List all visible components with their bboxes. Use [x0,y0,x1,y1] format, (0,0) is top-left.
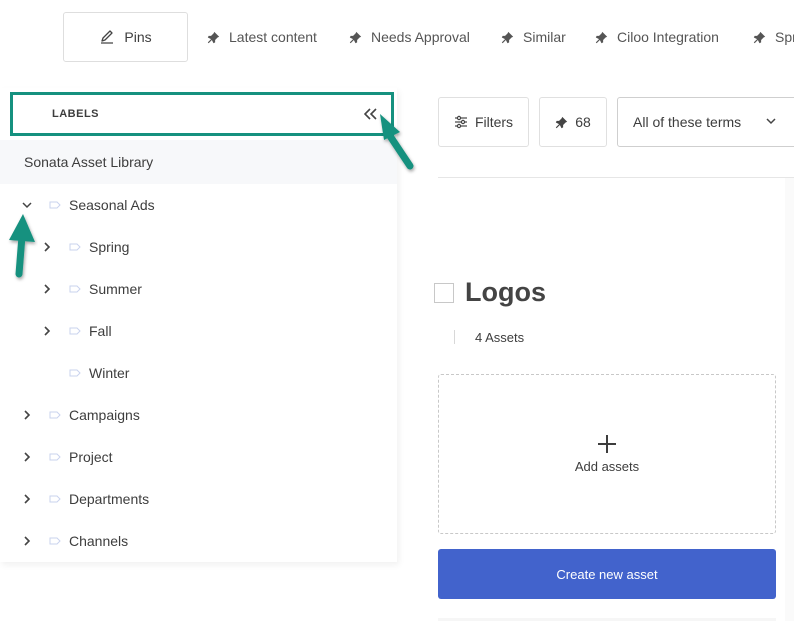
pin-icon [349,31,362,43]
filters-button[interactable]: Filters [438,97,529,147]
tag-icon [49,201,61,209]
pin-icon [501,31,514,43]
pin-tab-ciloo-integration[interactable]: Ciloo Integration [595,12,719,62]
pin-tab-label: Needs Approval [371,29,470,45]
labels-sidebar: LABELS Sonata Asset Library Seasonal Ads… [0,88,397,562]
pinned-count: 68 [575,114,591,130]
collection-title: Logos [465,277,546,307]
tag-icon [69,243,81,251]
labels-header: LABELS [10,92,394,136]
chevron-down-icon [766,118,776,125]
library-name[interactable]: Sonata Asset Library [0,140,397,184]
tree-item-seasonal-ads[interactable]: Seasonal Ads [0,184,397,226]
pins-edit-button[interactable]: Pins [63,12,188,62]
pin-tab-label: Ciloo Integration [617,29,719,45]
tree-item-label: Winter [89,365,130,381]
chevron-right-icon[interactable] [20,408,34,422]
tag-icon [49,537,61,545]
pin-tab-needs-approval[interactable]: Needs Approval [349,12,470,62]
tree-item-label: Fall [89,323,112,339]
add-assets-label: Add assets [574,458,640,474]
chevron-right-icon[interactable] [20,492,34,506]
tag-icon [49,411,61,419]
tag-icon [49,453,61,461]
tree-item-label: Spring [89,239,130,255]
pin-tab-spring[interactable]: Spr [753,12,794,62]
tag-icon [49,495,61,503]
pins-button-label: Pins [124,29,152,45]
labels-title: LABELS [52,108,99,120]
label-tree: Seasonal Ads Spring Summer Fall Winter C… [0,184,397,562]
chevron-down-icon[interactable] [20,198,34,212]
tree-item-label: Project [69,449,113,465]
chevron-right-icon[interactable] [20,450,34,464]
tree-item-departments[interactable]: Departments [0,478,397,520]
pin-tab-label: Spr [775,29,794,45]
tree-item-campaigns[interactable]: Campaigns [0,394,397,436]
pin-icon [556,116,568,128]
tree-item-winter[interactable]: Winter [0,352,397,394]
tree-item-channels[interactable]: Channels [0,520,397,562]
pin-tab-label: Latest content [229,29,317,45]
pin-icon [753,31,766,43]
toolbar-divider [438,177,794,178]
collapse-sidebar-button[interactable] [361,104,381,124]
pin-icon [595,31,608,43]
tag-icon [69,285,81,293]
tag-icon [69,327,81,335]
tree-item-summer[interactable]: Summer [0,268,397,310]
sliders-icon [454,115,467,129]
tree-item-label: Channels [69,533,129,549]
chevron-right-icon[interactable] [40,282,54,296]
terms-select-value: All of these terms [633,114,742,130]
tree-item-fall[interactable]: Fall [0,310,397,352]
tree-item-label: Summer [89,281,142,297]
add-assets-dropzone[interactable]: Add assets [438,374,776,534]
plus-icon [598,434,616,453]
chevron-right-icon[interactable] [40,240,54,254]
double-chevron-left-icon [364,108,377,120]
adjacent-card-edge [785,178,794,621]
tree-item-label: Campaigns [69,407,140,423]
pencil-icon [101,30,114,44]
tree-item-label: Seasonal Ads [69,197,155,213]
collection-select-checkbox[interactable] [434,283,454,303]
asset-count: 4 Assets [475,330,525,345]
pin-tab-label: Similar [523,29,566,45]
chevron-right-icon[interactable] [20,534,34,548]
search-terms-select[interactable]: All of these terms [617,97,794,147]
pin-tab-latest-content[interactable]: Latest content [207,12,317,62]
chevron-right-icon[interactable] [40,324,54,338]
tree-item-project[interactable]: Project [0,436,397,478]
create-new-asset-button[interactable]: Create new asset [438,549,776,599]
pin-icon [207,31,220,43]
tree-item-spring[interactable]: Spring [0,226,397,268]
filters-label: Filters [474,114,514,130]
pinned-count-button[interactable]: 68 [539,97,607,147]
asset-count-divider [454,330,455,344]
tree-item-label: Departments [69,491,150,507]
pins-bar: Pins Latest content Needs Approval Simil… [0,0,794,75]
pin-tab-similar[interactable]: Similar [501,12,566,62]
tag-icon [69,369,81,377]
